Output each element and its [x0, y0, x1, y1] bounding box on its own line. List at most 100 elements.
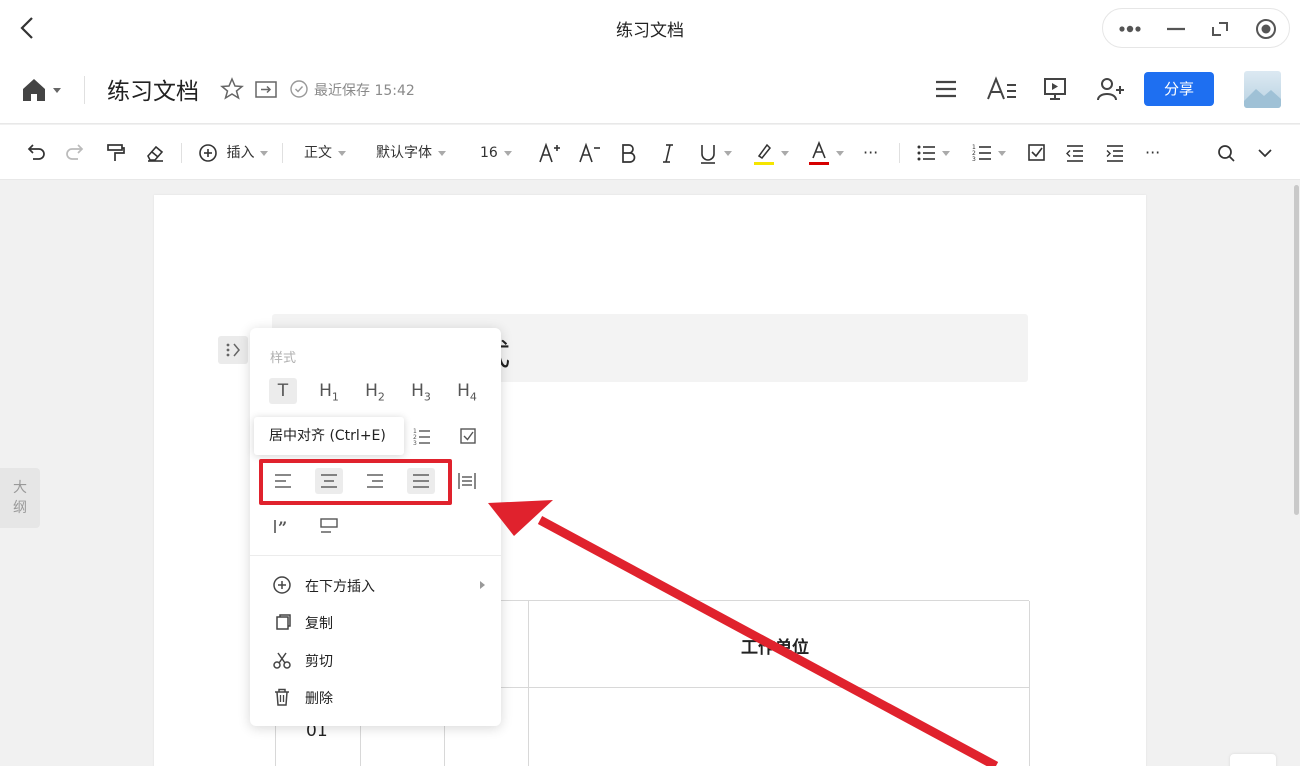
- decrease-font-icon[interactable]: [578, 139, 602, 167]
- indent-icon[interactable]: [1105, 139, 1125, 167]
- callout-block-icon[interactable]: [315, 513, 343, 539]
- highlight-color-bar: [754, 162, 774, 165]
- more-format-button[interactable]: ···: [863, 139, 878, 167]
- checkbox-list-icon[interactable]: [1027, 139, 1047, 167]
- menu-divider: [250, 555, 501, 556]
- style-text-glyph: T: [277, 381, 289, 401]
- star-icon[interactable]: [219, 76, 245, 102]
- delete-label: 删除: [305, 691, 333, 707]
- svg-text:”: ”: [278, 518, 287, 537]
- redo-icon[interactable]: [64, 139, 86, 167]
- home-button[interactable]: [20, 76, 66, 104]
- format-painter-icon[interactable]: [104, 139, 126, 167]
- toolbar-divider: [282, 143, 283, 163]
- svg-text:3: 3: [972, 156, 976, 163]
- paragraph-style-value: 正文: [304, 145, 332, 161]
- copy-icon: [276, 614, 291, 630]
- h1-glyph: H: [319, 381, 332, 401]
- menu-lines-icon[interactable]: [933, 76, 959, 102]
- h4-glyph: H: [457, 381, 470, 401]
- toolbar-divider: [899, 143, 900, 163]
- style-h3-button[interactable]: H3: [407, 378, 435, 404]
- bold-icon[interactable]: [618, 139, 638, 167]
- more-dots-icon[interactable]: [1117, 17, 1143, 41]
- submenu-arrow-icon: [480, 581, 485, 589]
- insert-menu[interactable]: 插入: [198, 139, 269, 167]
- outdent-icon[interactable]: [1065, 139, 1085, 167]
- search-icon[interactable]: [1215, 139, 1237, 167]
- outline-label-1: 大: [13, 480, 27, 496]
- chevron-down-icon: [338, 150, 346, 156]
- numbered-list-menu[interactable]: 123: [972, 139, 1006, 167]
- minimize-icon[interactable]: [1163, 17, 1189, 41]
- underline-menu[interactable]: [698, 139, 732, 167]
- increase-font-icon[interactable]: [538, 139, 562, 167]
- share-button[interactable]: 分享: [1144, 72, 1214, 106]
- text-format-icon[interactable]: [986, 76, 1018, 102]
- chevron-down-icon[interactable]: [1255, 139, 1275, 167]
- font-family-select[interactable]: 默认字体: [376, 139, 446, 167]
- chevron-down-icon: [438, 150, 446, 156]
- annotation-highlight-box: [259, 459, 452, 505]
- h3-sub: 3: [423, 390, 431, 404]
- copy-item[interactable]: 复制: [270, 607, 485, 637]
- h1-sub: 1: [331, 390, 339, 404]
- present-icon[interactable]: [1042, 76, 1068, 102]
- h4-sub: 4: [469, 390, 477, 404]
- scrollbar-thumb[interactable]: [1294, 185, 1299, 515]
- todo-checkbox-icon[interactable]: [454, 423, 482, 449]
- quote-icon[interactable]: ”: [269, 513, 297, 539]
- eraser-icon[interactable]: [144, 139, 166, 167]
- distributed-align-icon[interactable]: [453, 468, 481, 494]
- cut-item[interactable]: 剪切: [270, 645, 485, 675]
- saved-check-icon: [287, 76, 313, 102]
- insert-label: 插入: [226, 145, 255, 161]
- font-size-value: 16: [480, 145, 498, 161]
- title-bar: 练习文档: [0, 0, 1300, 56]
- h2-sub: 2: [377, 390, 385, 404]
- outline-tab[interactable]: 大 纲: [0, 468, 40, 528]
- copy-label: 复制: [305, 616, 333, 632]
- record-icon[interactable]: [1253, 17, 1279, 41]
- h3-glyph: H: [411, 381, 424, 401]
- font-family-value: 默认字体: [376, 145, 432, 161]
- more-paragraph-button[interactable]: ···: [1145, 139, 1160, 167]
- document-header: 练习文档 最近保存 15:42 分享: [0, 56, 1300, 124]
- scissors-icon: [273, 652, 291, 669]
- document-name[interactable]: 练习文档: [107, 72, 199, 106]
- font-color-bar: [809, 162, 829, 165]
- add-collaborator-icon[interactable]: [1096, 76, 1126, 102]
- corner-widget[interactable]: [1230, 754, 1276, 766]
- font-size-select[interactable]: 16: [480, 139, 512, 167]
- plus-circle-icon: [273, 576, 291, 594]
- bullet-list-menu[interactable]: [916, 139, 950, 167]
- trash-icon: [275, 688, 289, 706]
- chevron-down-icon: [836, 150, 844, 156]
- highlight-menu[interactable]: [753, 139, 789, 167]
- chevron-down-icon: [781, 150, 789, 156]
- table-header-cell[interactable]: 工作单位: [741, 633, 809, 658]
- chevron-down-icon: [260, 150, 269, 156]
- insert-below-item[interactable]: 在下方插入: [270, 570, 485, 600]
- paragraph-style-select[interactable]: 正文: [304, 139, 346, 167]
- block-drag-handle[interactable]: [218, 336, 248, 364]
- avatar[interactable]: [1244, 71, 1281, 108]
- insert-below-label: 在下方插入: [305, 579, 375, 595]
- restore-icon[interactable]: [1207, 17, 1233, 41]
- style-text-button[interactable]: T: [269, 378, 297, 404]
- numbered-list-icon[interactable]: 123: [408, 423, 436, 449]
- font-color-menu[interactable]: [808, 139, 844, 167]
- delete-item[interactable]: 删除: [270, 682, 485, 712]
- undo-icon[interactable]: [25, 139, 47, 167]
- italic-icon[interactable]: [658, 139, 678, 167]
- move-to-folder-icon[interactable]: [253, 76, 279, 102]
- block-context-menu: 样式 T H1 H2 H3 H4 123 ” 在下方插入 复制 剪切 删除: [250, 328, 501, 726]
- h2-glyph: H: [365, 381, 378, 401]
- chevron-down-icon: [724, 150, 732, 156]
- cut-label: 剪切: [305, 654, 333, 670]
- style-h2-button[interactable]: H2: [361, 378, 389, 404]
- style-h1-button[interactable]: H1: [315, 378, 343, 404]
- table-column-line: [528, 601, 529, 766]
- outline-label-2: 纲: [13, 500, 27, 516]
- style-h4-button[interactable]: H4: [453, 378, 481, 404]
